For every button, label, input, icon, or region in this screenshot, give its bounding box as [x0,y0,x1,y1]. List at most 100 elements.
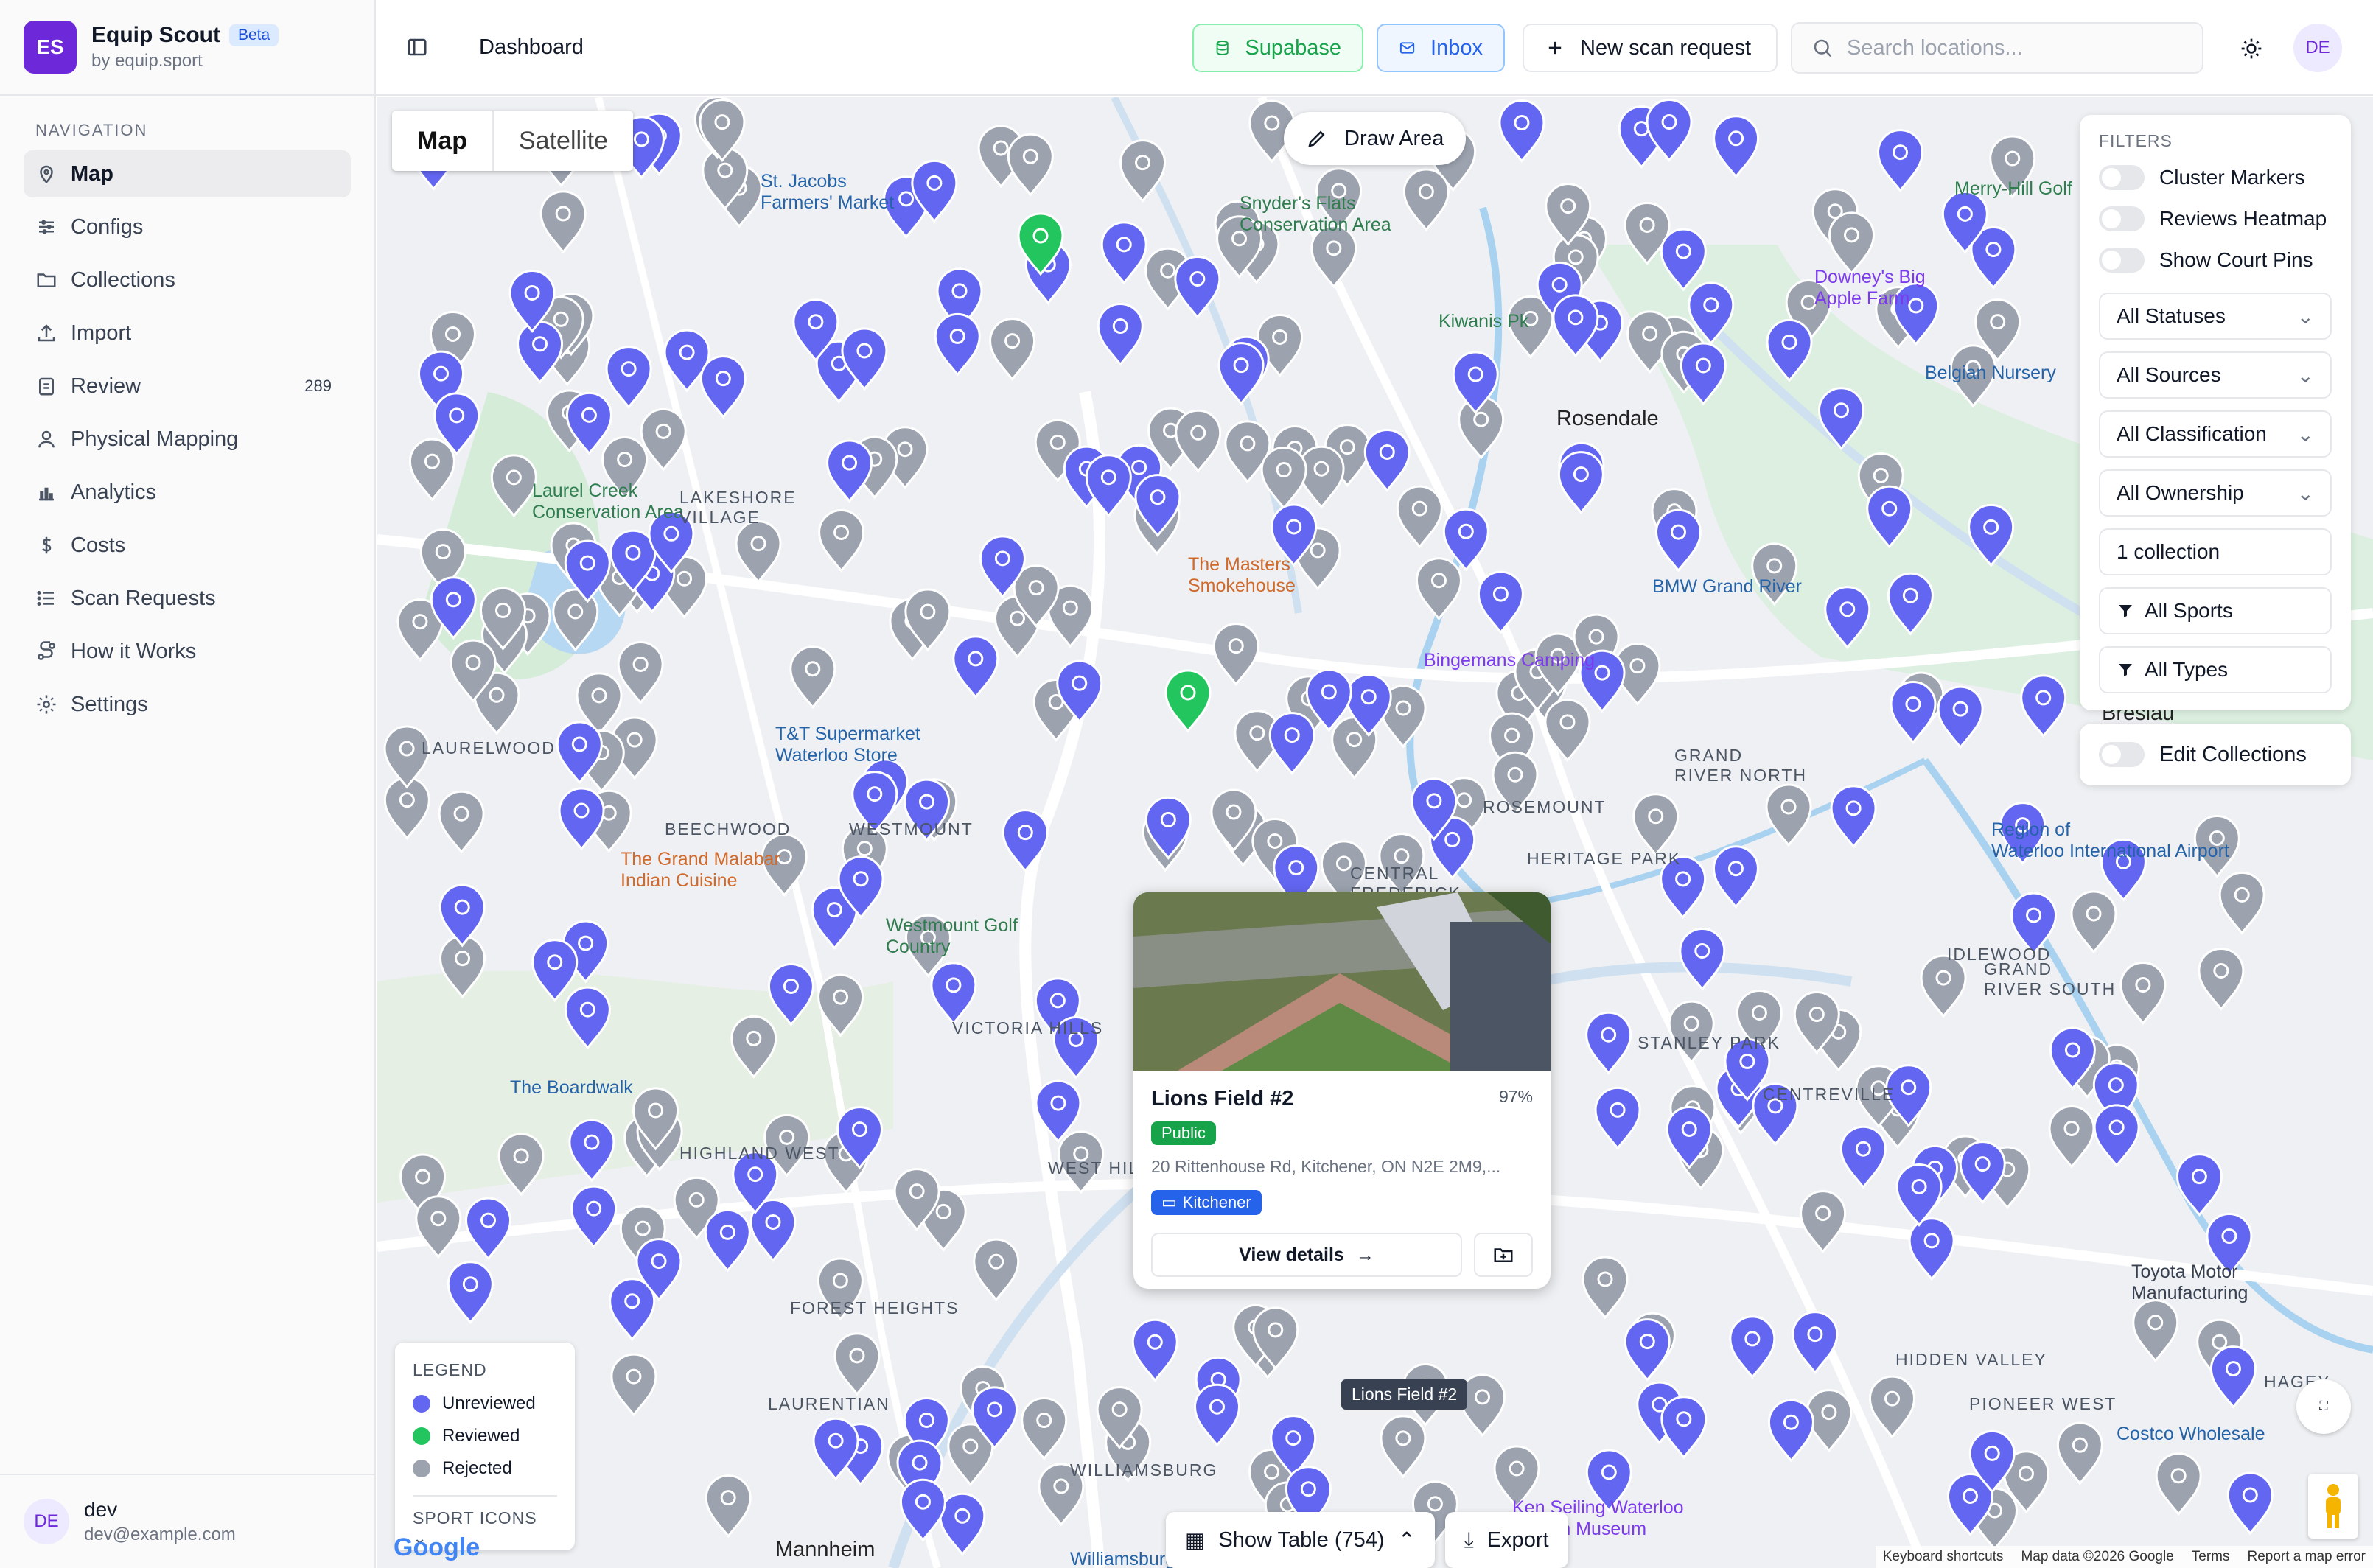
map-label-text: Mannheim [775,1538,876,1561]
toggle-label: Reviews Heatmap [2159,207,2327,230]
nav-item-costs[interactable]: Costs [24,522,351,569]
nav-item-label: Costs [71,533,126,557]
map-label-subtext: Manufacturing [2131,1283,2248,1303]
nav-item-map[interactable]: Map [24,150,351,197]
nav-item-scan-requests[interactable]: Scan Requests [24,575,351,622]
legend-label: Unreviewed [442,1393,536,1413]
sports-filter[interactable]: All Sports [2099,587,2332,634]
table-icon: ▦ [1185,1528,1206,1553]
legend-item: Reviewed [413,1420,557,1452]
map-label-subtext: Farmers' Market [761,192,895,213]
supabase-label: Supabase [1245,35,1341,60]
collection-select[interactable]: 1 collection [2099,528,2332,575]
legend-swatch [413,1460,430,1477]
database-icon [1216,41,1229,55]
edit-collections-switch[interactable] [2099,742,2145,767]
map-label-subtext: Smokehouse [1188,575,1296,596]
toggle-switch[interactable] [2099,248,2145,273]
nav-item-label: Map [71,161,113,186]
types-filter[interactable]: All Types [2099,646,2332,693]
confidence-score: 97% [1498,1087,1533,1106]
bar-chart-icon [34,481,59,503]
map-label: PIONEER WEST [1969,1394,2117,1414]
collection-label: 1 collection [2117,540,2220,563]
keyboard-shortcuts-link[interactable]: Keyboard shortcuts [1883,1549,2004,1565]
legend-item: Rejected [413,1452,557,1485]
collection-tag[interactable]: ▭ Kitchener [1151,1190,1262,1215]
filter-select-all-sources[interactable]: All Sources ⌄ [2099,351,2332,399]
add-to-collection-button[interactable] [1474,1233,1533,1277]
edit-collections-toggle[interactable]: Edit Collections [2080,724,2351,785]
filter-toggle-cluster-markers[interactable]: Cluster Markers [2099,157,2332,198]
search-input[interactable]: Search locations... [1791,22,2204,74]
map-label: STANLEY PARK [1638,1033,1780,1053]
export-label: Export [1486,1527,1549,1552]
sports-label: All Sports [2145,599,2233,622]
filter-select-all-ownership[interactable]: All Ownership ⌄ [2099,469,2332,517]
map-canvas[interactable]: St. Jacobs Farmers' Market Snyder's Flats C… [377,97,2373,1568]
nav-item-import[interactable]: Import [24,309,351,357]
nav-item-analytics[interactable]: Analytics [24,469,351,516]
nav-item-how-it-works[interactable]: How it Works [24,628,351,675]
map-label-text: Snyder's Flats [1240,193,1356,214]
inbox-button[interactable]: Inbox [1377,24,1505,72]
clipboard-icon [34,375,59,397]
route-icon [34,640,59,662]
map-type-map[interactable]: Map [392,111,494,171]
export-button[interactable]: ⤓ Export [1444,1512,1568,1568]
topbar: Dashboard Supabase Inbox New scan reques… [376,0,2373,96]
select-value: All Classification [2117,422,2267,445]
chevron-up-icon: ⌃ [1397,1528,1416,1553]
new-scan-request-button[interactable]: New scan request [1523,24,1778,72]
map-label-subtext: Waterloo Store [775,745,898,766]
filter-toggle-show-court-pins[interactable]: Show Court Pins [2099,239,2332,281]
filter-select-all-statuses[interactable]: All Statuses ⌄ [2099,293,2332,340]
draw-area-button[interactable]: Draw Area [1284,112,1467,165]
sidebar-toggle-icon[interactable] [399,29,435,65]
map-label: HIDDEN VALLEY [1895,1350,2047,1370]
legend-heading: LEGEND [413,1360,487,1379]
nav-item-label: How it Works [71,639,197,663]
brand-name: Equip Scout [91,23,220,47]
user-avatar-top[interactable]: DE [2293,24,2342,72]
sun-icon[interactable] [2233,30,2270,67]
user-box[interactable]: DE dev dev@example.com [0,1474,374,1568]
location-title: Lions Field #2 [1151,1087,1294,1110]
nav-item-configs[interactable]: Configs [24,203,351,251]
filter-icon [2119,664,2132,676]
map-label: ROSEMOUNT [1483,797,1607,817]
select-value: All Sources [2117,363,2221,386]
report-error-link[interactable]: Report a map error [2247,1549,2366,1565]
map-type-control[interactable]: Map Satellite [392,111,633,171]
nav-item-physical-mapping[interactable]: Physical Mapping [24,416,351,463]
filter-select-all-classification[interactable]: All Classification ⌄ [2099,410,2332,458]
map-label: Bingemans Camping [1424,650,1595,671]
toggle-switch[interactable] [2099,206,2145,231]
map-label-text: WILLIAMSBURG [1070,1460,1218,1480]
brand-logo[interactable]: ES [24,21,77,74]
filters-heading: FILTERS [2099,131,2173,150]
sport-icons-label: SPORT ICONS [413,1508,537,1527]
map-label-text: St. Jacobs [761,171,847,192]
map-label-text: WESTMOUNT [849,819,974,839]
pegman-icon[interactable] [2308,1474,2358,1539]
view-details-button[interactable]: View details → [1151,1233,1462,1277]
filter-toggle-reviews-heatmap[interactable]: Reviews Heatmap [2099,198,2332,239]
map-label: Williamsburg [1070,1549,1175,1568]
nav-item-review[interactable]: Review 289 [24,363,351,410]
map-label-text: LAKESHORE [679,488,797,507]
fullscreen-icon[interactable]: ⛶ [2296,1379,2351,1434]
nav-item-collections[interactable]: Collections [24,256,351,304]
map-label: LAKESHORE VILLAGE [679,488,797,528]
show-table-button[interactable]: ▦ Show Table (754) ⌃ [1166,1512,1435,1568]
sliders-icon [34,216,59,238]
supabase-button[interactable]: Supabase [1192,24,1363,72]
mail-icon [1399,42,1415,54]
map-type-satellite[interactable]: Satellite [494,111,633,171]
user-pin-icon [34,428,59,450]
ownership-badge: Public [1151,1121,1216,1145]
toggle-switch[interactable] [2099,165,2145,190]
nav-item-settings[interactable]: Settings [24,681,351,728]
terms-link[interactable]: Terms [2192,1549,2230,1565]
sidebar: ES Equip Scout Beta by equip.sport NAVIGA… [0,0,376,1568]
